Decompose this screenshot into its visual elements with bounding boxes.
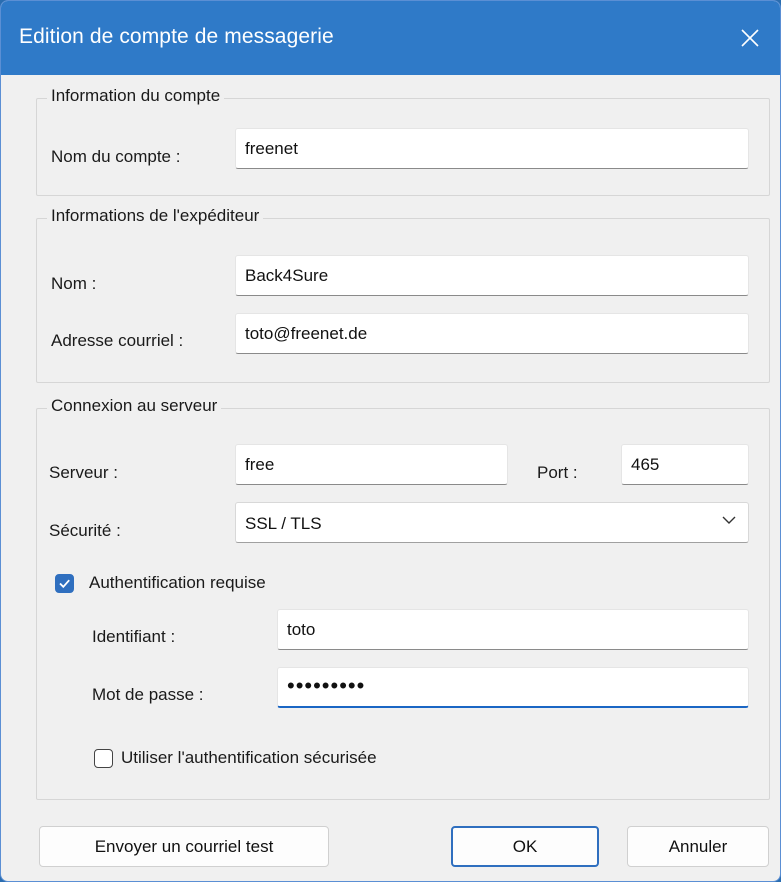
account-name-label: Nom du compte :	[51, 147, 181, 166]
auth-required-label[interactable]: Authentification requise	[89, 573, 266, 593]
secure-auth-checkbox[interactable]	[94, 749, 113, 768]
sender-email-label: Adresse courriel :	[51, 331, 184, 350]
security-select[interactable]: SSL / TLS	[235, 502, 749, 543]
account-group: Information du compte Nom du compte : fr…	[36, 86, 770, 196]
security-select-value: SSL / TLS	[245, 514, 322, 533]
server-group: Connexion au serveur Serveur : free Port…	[36, 396, 770, 800]
password-input[interactable]: •••••••••	[277, 667, 749, 708]
title-bar[interactable]: Edition de compte de messagerie	[1, 1, 780, 75]
account-name-input[interactable]: freenet	[235, 128, 749, 169]
sender-email-input[interactable]: toto@freenet.de	[235, 313, 749, 354]
send-test-email-button[interactable]: Envoyer un courriel test	[39, 826, 329, 867]
login-input[interactable]: toto	[277, 609, 749, 650]
sender-name-label: Nom :	[51, 274, 97, 293]
security-label: Sécurité :	[49, 521, 121, 540]
login-label: Identifiant :	[92, 627, 176, 646]
password-label: Mot de passe :	[92, 685, 204, 704]
sender-name-input[interactable]: Back4Sure	[235, 255, 749, 296]
auth-required-checkbox[interactable]	[55, 574, 74, 593]
sender-group-legend: Informations de l'expéditeur	[47, 206, 264, 226]
server-label: Serveur :	[49, 463, 118, 482]
close-button[interactable]	[720, 1, 780, 75]
window-title: Edition de compte de messagerie	[19, 25, 334, 48]
checkmark-icon	[59, 579, 70, 589]
ok-button[interactable]: OK	[451, 826, 599, 867]
dialog-window: Edition de compte de messagerie Informat…	[0, 0, 781, 882]
server-input[interactable]: free	[235, 444, 508, 485]
account-group-legend: Information du compte	[47, 86, 225, 106]
secure-auth-label[interactable]: Utiliser l'authentification sécurisée	[121, 748, 377, 768]
cancel-button[interactable]: Annuler	[627, 826, 769, 867]
dialog-body: Information du compte Nom du compte : fr…	[3, 75, 778, 879]
close-icon	[741, 29, 759, 47]
server-group-legend: Connexion au serveur	[47, 396, 222, 416]
chevron-down-icon	[722, 516, 736, 524]
sender-group: Informations de l'expéditeur Nom : Back4…	[36, 206, 770, 383]
port-input[interactable]: 465	[621, 444, 749, 485]
port-label: Port :	[537, 463, 578, 482]
